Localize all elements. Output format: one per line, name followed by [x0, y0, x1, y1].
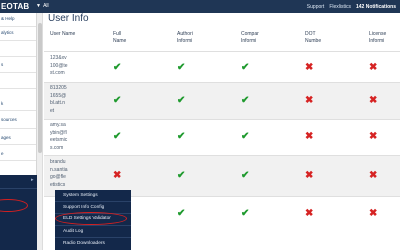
database-selector[interactable]: ▼ All	[36, 0, 49, 13]
check-icon: ✔	[241, 170, 250, 181]
check-icon: ✔	[241, 131, 250, 142]
column-header-full-name[interactable]: Full Name	[113, 31, 133, 45]
sidebar-divider	[0, 88, 36, 89]
check-icon: ✔	[177, 95, 186, 106]
menu-item-system-settings[interactable]: System Settings	[63, 193, 98, 198]
sidebar-divider	[0, 128, 36, 129]
sidebar-divider	[0, 188, 37, 189]
menu-divider	[55, 225, 131, 226]
cross-icon: ✖	[305, 208, 314, 219]
top-links: Support Flexlistics 142 Notifications	[307, 0, 396, 13]
menu-item-support-info-config[interactable]: Support Info Config	[63, 205, 104, 210]
table-row[interactable]	[44, 120, 400, 155]
cross-icon: ✖	[113, 170, 122, 181]
menu-divider	[55, 201, 131, 202]
sidebar-item-messages[interactable]: ages	[0, 135, 36, 140]
user-name-line: bl.att.n	[50, 100, 66, 106]
column-header-company-info[interactable]: Compar Informi	[241, 31, 266, 45]
user-name-line: 813205	[50, 85, 67, 91]
user-name-line: et	[50, 107, 55, 114]
column-header-dot-number[interactable]: DOT Numbe	[305, 31, 329, 45]
sidebar-scrollbar[interactable]	[37, 13, 43, 250]
cross-icon: ✖	[369, 131, 378, 142]
check-icon: ✔	[113, 62, 122, 73]
sidebar-divider	[0, 56, 36, 57]
check-icon: ✔	[177, 170, 186, 181]
sidebar-divider	[0, 72, 36, 73]
sidebar-item-partial[interactable]: k	[0, 101, 36, 106]
user-name-line: s.com	[50, 144, 64, 151]
column-header-user-name[interactable]: User Name	[50, 31, 76, 38]
chevron-right-icon: ▸	[31, 177, 34, 183]
check-icon: ✔	[241, 62, 250, 73]
cross-icon: ✖	[369, 208, 378, 219]
user-name-cell[interactable]: 813205 1655@ bl.att.n et	[50, 85, 67, 115]
cross-icon: ✖	[369, 95, 378, 106]
user-name-cell[interactable]: amy.sa ybin@fl eetsmic s.com	[50, 122, 67, 152]
table-row[interactable]	[44, 83, 400, 119]
highlight-oval	[55, 212, 127, 225]
cross-icon: ✖	[305, 131, 314, 142]
column-header-license-info[interactable]: License Informi	[369, 31, 393, 45]
sidebar-divider	[0, 40, 36, 41]
sidebar-item-help[interactable]: & Help	[0, 16, 36, 21]
database-selector-label: All	[43, 3, 49, 9]
user-name-line: amy.sa	[50, 122, 66, 128]
cross-icon: ✖	[305, 170, 314, 181]
scrollbar-thumb[interactable]	[38, 23, 42, 153]
flexlistics-link[interactable]: Flexlistics	[329, 4, 351, 10]
sidebar-item-partial[interactable]: s	[0, 62, 36, 67]
sidebar-divider	[0, 144, 36, 145]
menu-item-radio-downloaders[interactable]: Radio Downloaders	[63, 241, 105, 246]
user-name-line: go@fle	[50, 174, 66, 180]
sidebar-active-section[interactable]	[0, 175, 37, 250]
user-name-cell[interactable]: 123&xv 100@te st.com	[50, 55, 68, 78]
user-name-line: 123&xv	[50, 55, 67, 61]
column-header-authority-info[interactable]: Authori Informi	[177, 31, 201, 45]
user-name-line: brandu	[50, 159, 66, 165]
table-row[interactable]	[44, 52, 400, 82]
cross-icon: ✖	[369, 62, 378, 73]
user-name-line: 100@te	[50, 62, 68, 69]
check-icon: ✔	[241, 208, 250, 219]
menu-divider	[55, 237, 131, 238]
menu-item-audit-log[interactable]: Audit Log	[63, 229, 83, 234]
sidebar-divider	[0, 110, 36, 111]
app-logo[interactable]: EOTAB	[0, 0, 33, 13]
sidebar-item-partial[interactable]: e	[0, 151, 36, 156]
user-name-line: ybin@fl	[50, 129, 67, 136]
sidebar-item-analytics[interactable]: alytics	[0, 30, 36, 35]
check-icon: ✔	[113, 95, 122, 106]
sidebar-item-resources[interactable]: sources	[0, 117, 36, 122]
user-name-line: eetsmic	[50, 137, 68, 143]
top-bar: EOTAB ▼ All Support Flexlistics 142 Noti…	[0, 0, 400, 13]
sidebar-divider	[0, 26, 36, 27]
cross-icon: ✖	[369, 170, 378, 181]
check-icon: ✔	[177, 62, 186, 73]
cross-icon: ✖	[305, 62, 314, 73]
notifications-link[interactable]: 142 Notifications	[356, 4, 396, 10]
check-icon: ✔	[241, 95, 250, 106]
check-icon: ✔	[177, 208, 186, 219]
support-link[interactable]: Support	[307, 4, 325, 10]
user-name-line: 1655@	[50, 92, 67, 99]
chevron-down-icon: ▼	[36, 3, 41, 9]
user-name-line: st.com	[50, 70, 65, 76]
user-name-line: etistics	[50, 181, 66, 188]
page-title: User Info	[48, 13, 89, 24]
sidebar-divider	[0, 160, 36, 161]
check-icon: ✔	[113, 131, 122, 142]
cross-icon: ✖	[305, 95, 314, 106]
check-icon: ✔	[177, 131, 186, 142]
user-name-cell[interactable]: brandu n.santia go@fle etistics	[50, 159, 68, 189]
user-name-line: n.santia	[50, 166, 68, 173]
